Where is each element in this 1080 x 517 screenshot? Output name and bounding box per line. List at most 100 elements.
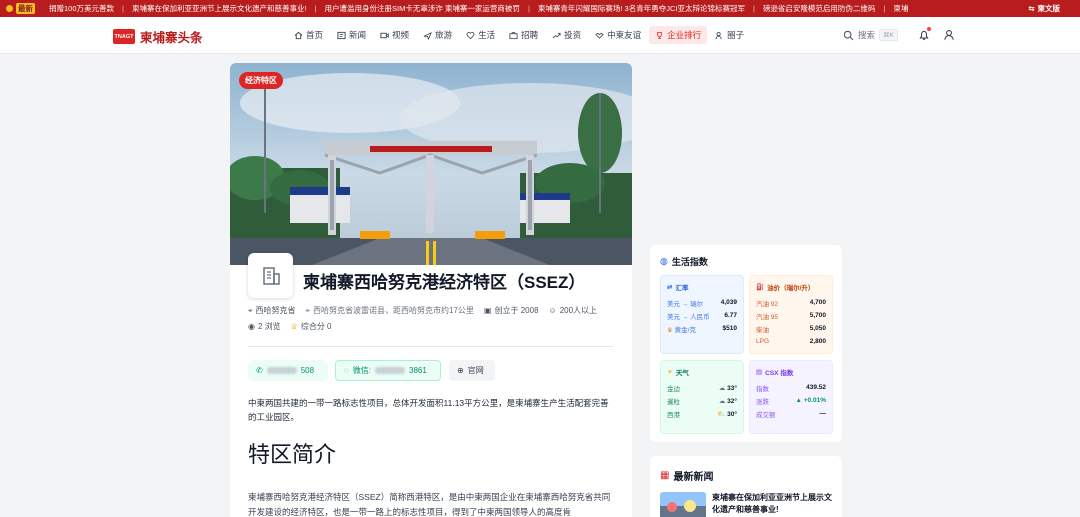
- wechat-button[interactable]: ◌ 微信: 3861: [335, 360, 441, 381]
- fx-row: ♛ 黄金/克 $510: [667, 325, 737, 334]
- heart-icon: [466, 31, 475, 39]
- csx-tile[interactable]: ▤ CSX 指数 指数 439.52 涨跌 ▲ +0.01% 成交额 —: [749, 360, 833, 434]
- hero-image: [230, 63, 632, 265]
- news-icon: [337, 31, 346, 39]
- cloud-icon: ☁: [718, 397, 726, 405]
- ticker-tag-label: 最新: [16, 3, 35, 14]
- site-logo[interactable]: TNAGT 柬埔寨头条: [113, 27, 203, 46]
- latest-news-card: ▦ 最新新闻 柬埔寨在保加利亚亚洲节上展示文化遗产和慈善事业!: [650, 456, 842, 517]
- flag-icon: [6, 5, 13, 12]
- oil-tile[interactable]: ⛽ 油价（瑞尔/升） 汽油 92 4,700 汽油 95 5,700 柴油 5,050 …: [749, 275, 833, 354]
- language-switch[interactable]: ⇆ 柬文版: [1018, 0, 1080, 17]
- home-icon: [294, 31, 303, 39]
- map-pin-icon: ⌖: [305, 305, 311, 315]
- oil-row: 柴油 5,050: [756, 325, 826, 334]
- search-shortcut: ⌘K: [879, 29, 898, 41]
- ticker-item[interactable]: 磅逊省启安隆模范启用防伪二维码: [755, 3, 884, 14]
- zone-address: 西哈努克省波雷诺县，距西哈努克市约17公里: [313, 306, 474, 315]
- wechat-masked: [375, 367, 405, 374]
- search-icon: [843, 30, 854, 40]
- people-icon: [715, 31, 722, 39]
- zone-province: 西哈努克省: [255, 306, 296, 315]
- phone-button[interactable]: ✆ 508: [248, 360, 328, 381]
- news-ticker: 最新 捐赠100万美元善款 | 柬埔寨在保加利亚亚洲节上展示文化遗产和慈善事业!…: [0, 0, 1080, 17]
- language-label: 柬文版: [1037, 4, 1061, 13]
- nav-item-video[interactable]: 视频: [374, 26, 415, 44]
- wechat-suffix: 3861: [409, 366, 427, 375]
- fx-tile[interactable]: ⇄ 汇率 美元 → 瑞尔 4,039 美元 → 人民币 6.77 ♛ 黄金/克 $510: [660, 275, 744, 354]
- oil-row: 汽油 95 5,700: [756, 312, 826, 321]
- nav-item-jobs[interactable]: 招聘: [503, 26, 544, 44]
- people-icon: ☺: [548, 306, 557, 315]
- logo-badge: TNAGT: [113, 29, 135, 44]
- csx-row: 指数 439.52: [756, 384, 826, 393]
- logo-text: 柬埔寨头条: [140, 31, 203, 45]
- ticker-item[interactable]: 柬埔: [885, 3, 916, 14]
- briefcase-icon: [509, 31, 518, 39]
- ticker-tag: 最新: [0, 3, 41, 14]
- wechat-icon: ◌: [344, 366, 349, 375]
- phone-suffix: 508: [300, 366, 315, 375]
- company-logo: [248, 253, 293, 298]
- sun-cloud-icon: ⛅: [717, 410, 726, 418]
- zone-stats: ◉ 2 浏览 ♕ 综合分 0: [248, 321, 332, 332]
- location-pin-icon: ⌖: [248, 305, 253, 315]
- zone-type-badge: 经济特区: [239, 72, 283, 89]
- globe-icon: ◍: [660, 256, 668, 266]
- weather-row: 西港 ⛅ 30°: [667, 410, 737, 419]
- website-button[interactable]: ⊕ 官网: [449, 360, 495, 381]
- user-icon[interactable]: [943, 29, 955, 41]
- language-icon: ⇆: [1028, 4, 1035, 13]
- zone-founded: 创立于 2008: [494, 306, 539, 315]
- nav-item-home[interactable]: 首页: [288, 26, 329, 44]
- trend-icon: [552, 32, 561, 38]
- ticker-item[interactable]: 柬埔寨在保加利亚亚洲节上展示文化遗产和慈善事业!: [124, 3, 315, 14]
- intro-heading: 特区简介: [248, 442, 337, 467]
- zone-score: 综合分 0: [300, 322, 332, 331]
- divider: [248, 346, 613, 347]
- eye-icon: ◉: [248, 322, 255, 331]
- plane-icon: [423, 31, 432, 40]
- zone-meta: ⌖ 西哈努克省 ⌖ 西哈努克省波雷诺县，距西哈努克市约17公里 ▣ 创立于 2008 …: [248, 305, 597, 316]
- video-icon: [380, 32, 389, 38]
- arrow-up-icon: ▲: [795, 397, 802, 404]
- csx-row: 成交额 —: [756, 410, 826, 419]
- life-index-card: ◍ 生活指数 ⇄ 汇率 美元 → 瑞尔 4,039 美元 → 人民币 6.77 ♛ 黄…: [650, 245, 842, 442]
- website-label: 官网: [467, 366, 484, 375]
- intro-text: 柬埔寨西哈努克港经济特区（SSEZ）简称西港特区，是由中柬两国企业在柬埔寨西哈努…: [248, 492, 611, 517]
- weather-tile[interactable]: ☀ 天气 金边 ☁ 33° 暹粒 ☁ 32° 西港 ⛅ 30°: [660, 360, 744, 434]
- building-icon: [262, 266, 280, 285]
- nav-item-circle[interactable]: 圈子: [709, 26, 750, 44]
- zone-views: 2 浏览: [257, 322, 281, 331]
- oil-row: 汽油 92 4,700: [756, 299, 826, 308]
- wechat-label: 微信:: [352, 366, 371, 375]
- news-headline[interactable]: 柬埔寨在保加利亚亚洲节上展示文化遗产和慈善事业!: [712, 492, 832, 516]
- nav-item-life[interactable]: 生活: [460, 26, 501, 44]
- chart-icon: ▤: [756, 369, 763, 376]
- nav-item-ranking[interactable]: 企业排行: [649, 26, 708, 44]
- search-label: 搜索: [858, 30, 876, 40]
- nav-item-travel[interactable]: 旅游: [417, 26, 458, 44]
- ticker-item[interactable]: 用户遭滥用身份注册SIM卡无辜涉诈 柬埔寨一家运营商被罚: [317, 3, 528, 14]
- nav-item-friendship[interactable]: 中柬友谊: [589, 26, 647, 44]
- phone-masked: [266, 367, 297, 374]
- nav-item-invest[interactable]: 投资: [546, 26, 587, 44]
- trophy-icon: ♕: [290, 322, 298, 331]
- search-button[interactable]: 搜索 ⌘K: [843, 29, 898, 41]
- globe-icon: ⊕: [457, 366, 464, 375]
- zone-summary: 中柬两国共建的一带一路标志性项目，总体开发面积11.13平方公里，是柬埔寨生产生…: [248, 398, 609, 422]
- oil-row: LPG 2,800: [756, 338, 826, 345]
- sun-icon: ☀: [667, 369, 673, 376]
- fuel-icon: ⛽: [756, 284, 765, 291]
- fx-row: 美元 → 瑞尔 4,039: [667, 299, 737, 308]
- ticker-item[interactable]: 柬埔寨青年闪耀国际赛场! 3名青年勇夺JCI亚太辩论锦标赛冠军: [530, 3, 753, 14]
- weather-row: 暹粒 ☁ 32°: [667, 397, 737, 406]
- handshake-icon: [595, 32, 604, 39]
- trophy-icon: [657, 31, 662, 39]
- nav-item-news[interactable]: 新闻: [331, 26, 372, 44]
- latest-news-title: ▦ 最新新闻: [660, 470, 714, 483]
- notification-dot: [927, 27, 931, 31]
- news-thumbnail[interactable]: [660, 492, 706, 517]
- ticker-item[interactable]: 捐赠100万美元善款: [41, 3, 122, 14]
- phone-icon: ✆: [256, 366, 263, 375]
